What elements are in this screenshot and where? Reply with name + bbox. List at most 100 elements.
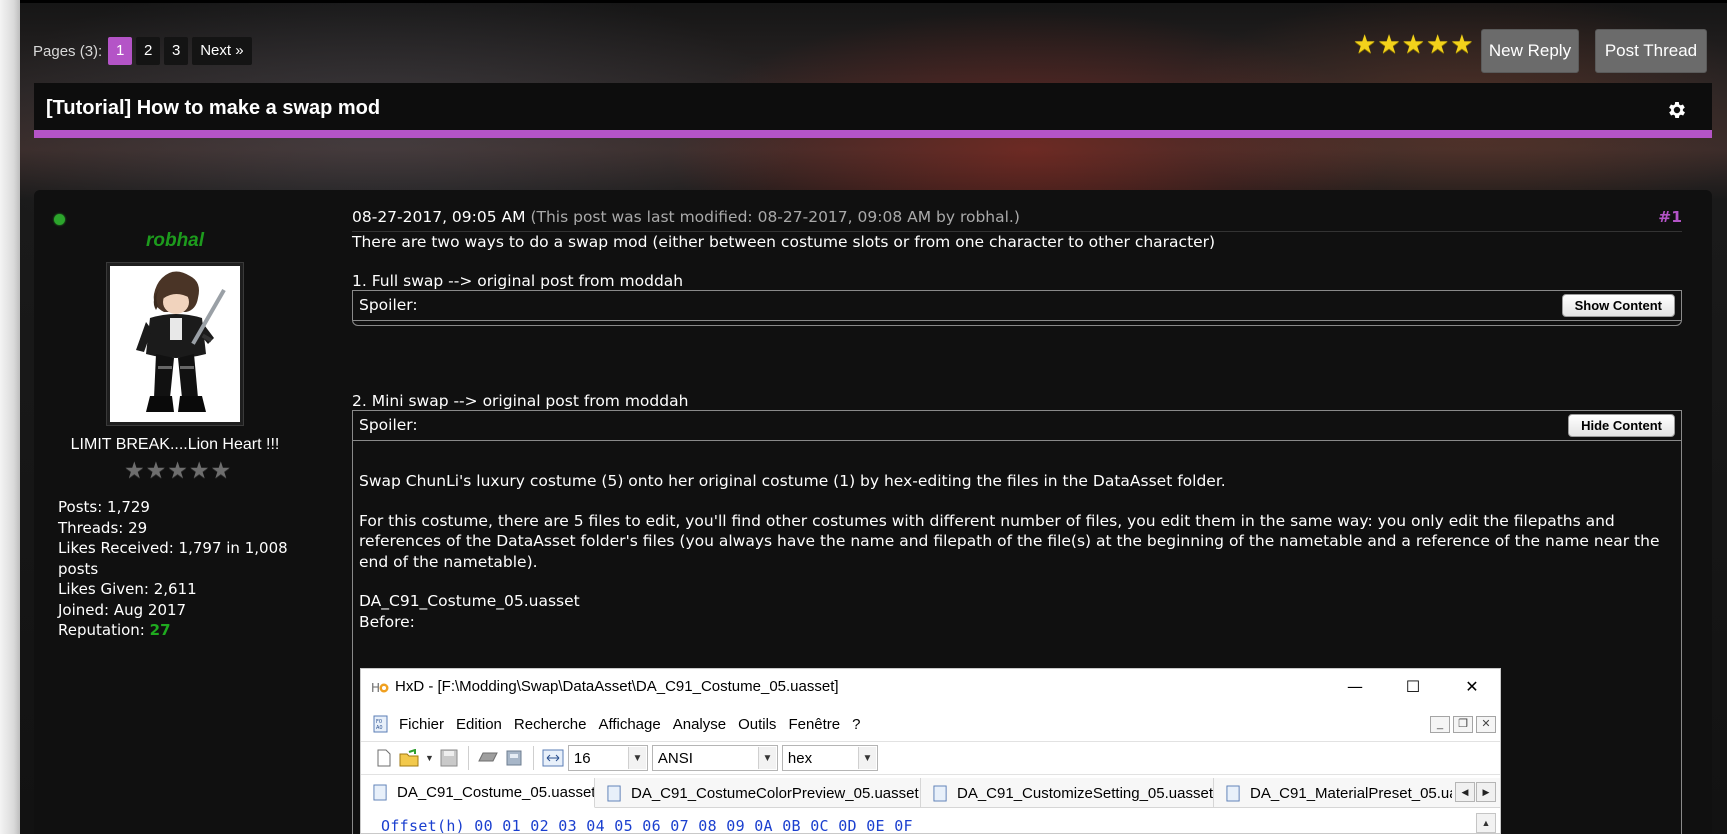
svg-text:H: H <box>371 681 380 695</box>
gear-icon[interactable] <box>1666 99 1688 121</box>
hxd-tabs: DA_C91_Costume_05.uasset DA_C91_CostumeC… <box>361 778 1500 808</box>
section-full-swap: 1. Full swap --> original post from modd… <box>352 272 684 290</box>
document-icon: F0 A0 <box>373 715 388 733</box>
minimize-icon: _ <box>1430 716 1450 733</box>
section-mini-swap: 2. Mini swap --> original post from modd… <box>352 392 689 410</box>
thread-rating[interactable]: ★ ★ ★ ★ ★ <box>1353 30 1474 60</box>
charset-select: ANSI ▼ <box>651 745 778 771</box>
hxd-tab-label: DA_C91_CustomizeSetting_05.uasset <box>957 784 1213 802</box>
star-icon[interactable]: ★ <box>1353 30 1376 60</box>
menu-item: Analyse <box>672 715 727 733</box>
next-page-link[interactable]: Next » <box>192 37 252 65</box>
browser-left-edge <box>0 0 20 834</box>
new-reply-button[interactable]: New Reply <box>1481 29 1579 73</box>
dropdown-arrow-icon: ▼ <box>425 753 434 763</box>
page-link-1[interactable]: 1 <box>108 37 133 65</box>
star-icon[interactable]: ★ <box>1426 30 1449 60</box>
chevron-up-icon: ▲ <box>1476 813 1496 833</box>
tab-scroll-buttons: ◀ ▶ <box>1455 782 1496 802</box>
hxd-tab: DA_C91_CostumeColorPreview_05.uasset <box>595 778 921 808</box>
hxd-menu-bar: F0 A0 Fichier Edition Recherche Affichag… <box>361 709 1500 739</box>
svg-text:A0: A0 <box>376 725 383 731</box>
save-icon <box>438 747 460 769</box>
thread-header: [Tutorial] How to make a swap mod <box>34 83 1712 138</box>
document-icon <box>607 785 621 801</box>
hxd-toolbar: ▼ 16 ▼ ANSI ▼ hex ▼ <box>361 741 1500 775</box>
star-icon: ★ <box>210 458 232 484</box>
bytes-per-row-value: 16 <box>573 749 591 767</box>
spoiler-content: Swap ChunLi's luxury costume (5) onto he… <box>353 441 1681 632</box>
menu-item: Fenêtre <box>788 715 841 733</box>
spoiler-header: Spoiler: Hide Content <box>353 411 1681 441</box>
hxd-tab-label: DA_C91_Costume_05.uasset <box>397 784 595 801</box>
author-avatar[interactable] <box>106 262 244 426</box>
document-icon <box>933 785 947 801</box>
post-thread-button[interactable]: Post Thread <box>1595 29 1707 73</box>
author-username[interactable]: robhal <box>34 230 316 252</box>
document-icon <box>373 784 387 801</box>
menu-item: Recherche <box>513 715 587 733</box>
before-label: Before: <box>359 612 415 631</box>
avatar-figure <box>136 271 226 412</box>
menu-item: Fichier <box>399 715 445 733</box>
menu-item: Outils <box>738 715 777 733</box>
open-folder-icon <box>399 747 421 769</box>
maximize-icon: ☐ <box>1405 677 1421 696</box>
chevron-down-icon: ▼ <box>757 747 776 769</box>
star-icon[interactable]: ★ <box>1402 30 1425 60</box>
post-date: 08-27-2017, 09:05 AM <box>352 208 526 226</box>
spoiler-paragraph: For this costume, there are 5 files to e… <box>359 511 1660 571</box>
bytes-per-row-icon <box>542 747 564 769</box>
file-name-label: DA_C91_Costume_05.uasset <box>359 592 580 610</box>
mdi-controls: _ ❐ ✕ <box>1430 716 1496 733</box>
menu-item: Affichage <box>598 715 661 733</box>
reputation-label: Reputation: <box>58 621 150 639</box>
chevron-left-icon: ◀ <box>1455 782 1475 802</box>
toolbar-separator <box>467 746 469 770</box>
spoiler-label: Spoiler: <box>359 416 418 434</box>
hxd-tab-label: DA_C91_CostumeColorPreview_05.uasset <box>631 784 919 802</box>
pagination: Pages (3): 1 2 3 Next » <box>33 37 252 65</box>
toolbar-separator <box>532 746 534 770</box>
spoiler-label: Spoiler: <box>359 296 418 314</box>
hxd-app-icon: H <box>371 681 389 695</box>
star-icon[interactable]: ★ <box>1377 30 1400 60</box>
author-stats: Posts: 1,729 Threads: 29 Likes Received:… <box>58 497 308 641</box>
post-meta: 08-27-2017, 09:05 AM (This post was last… <box>352 208 1682 232</box>
hex-offset-header: Offset(h) 00 01 02 03 04 05 06 07 08 09 … <box>381 817 913 834</box>
menu-item: Edition <box>456 715 502 733</box>
hide-content-button[interactable]: Hide Content <box>1568 414 1675 437</box>
star-icon: ★ <box>145 458 167 484</box>
disk-icon <box>503 747 525 769</box>
star-icon: ★ <box>188 458 210 484</box>
star-icon[interactable]: ★ <box>1450 30 1473 60</box>
show-content-button[interactable]: Show Content <box>1561 294 1675 317</box>
reputation-value[interactable]: 27 <box>150 621 171 639</box>
hxd-title-bar: H HxD - [F:\Modding\Swap\DataAsset\DA_C9… <box>361 669 1500 705</box>
post-number-link[interactable]: #1 <box>1658 208 1682 226</box>
hxd-tab: DA_C91_CustomizeSetting_05.uasset <box>921 778 1214 808</box>
star-icon: ★ <box>124 458 145 484</box>
offset-base-value: hex <box>787 749 813 767</box>
spoiler-full-swap: Spoiler: Show Content <box>352 290 1682 326</box>
stat-posts: Posts: 1,729 <box>58 498 150 516</box>
hxd-screenshot: H HxD - [F:\Modding\Swap\DataAsset\DA_C9… <box>360 668 1501 834</box>
page-link-2[interactable]: 2 <box>136 37 161 65</box>
minimize-icon: — <box>1347 677 1363 696</box>
ram-icon <box>477 747 499 769</box>
author-user-title: LIMIT BREAK....Lion Heart !!! <box>70 436 280 453</box>
chevron-right-icon: ▶ <box>1476 782 1496 802</box>
document-icon <box>1226 785 1240 801</box>
close-icon: ✕ <box>1476 716 1496 733</box>
pages-label: Pages (3): <box>33 42 103 60</box>
author-stars: ★ ★ ★ ★ ★ <box>124 458 231 484</box>
spoiler-header: Spoiler: Show Content <box>353 291 1681 321</box>
new-file-icon <box>373 747 395 769</box>
bytes-per-row-select: 16 ▼ <box>567 745 648 771</box>
post-modified: (This post was last modified: 08-27-2017… <box>530 208 1020 226</box>
post-intro: There are two ways to do a swap mod (eit… <box>352 233 1216 251</box>
top-border <box>20 0 1727 3</box>
stat-likes-received: Likes Received: 1,797 in 1,008 posts <box>58 539 288 578</box>
hxd-tab: DA_C91_Costume_05.uasset <box>361 778 595 808</box>
page-link-3[interactable]: 3 <box>164 37 189 65</box>
